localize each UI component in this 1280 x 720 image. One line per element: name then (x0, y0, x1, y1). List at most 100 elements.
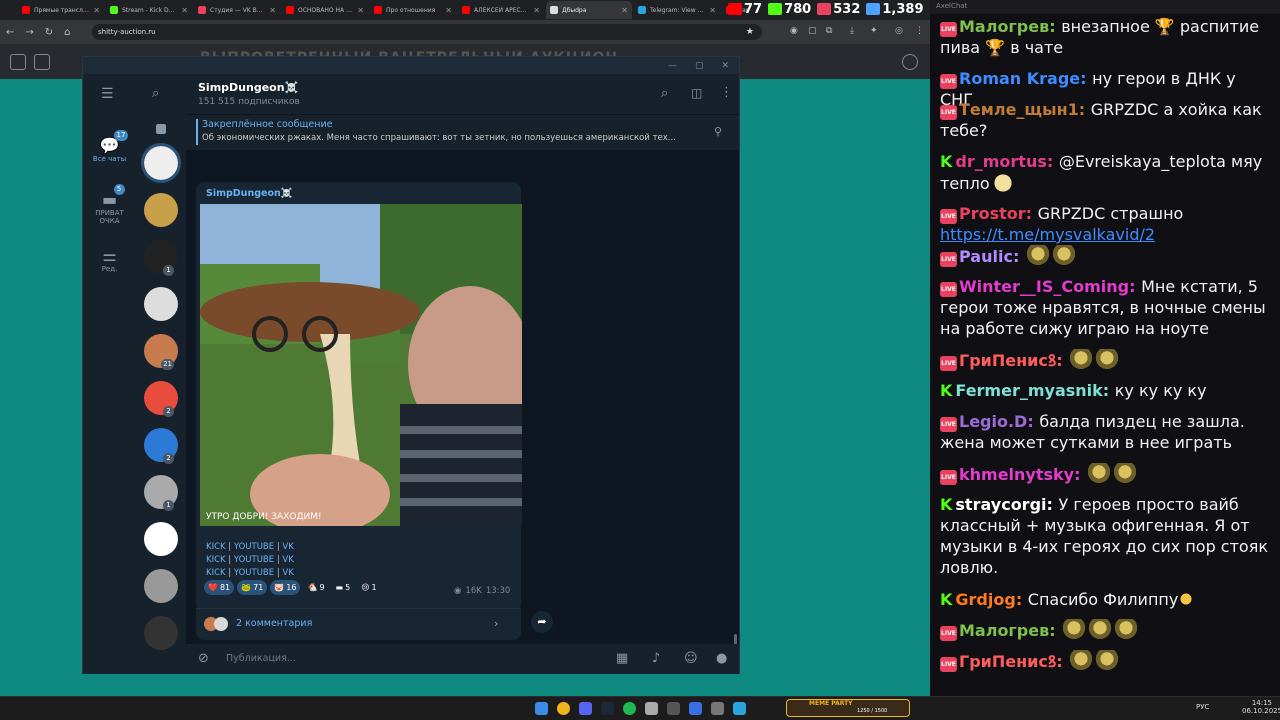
post-link[interactable]: YOUTUBE (234, 555, 274, 565)
forward-share-icon[interactable]: ➦ (531, 611, 553, 633)
chat-avatar[interactable] (144, 522, 178, 556)
extensions-puzzle-icon[interactable]: ✦ (870, 26, 878, 36)
language-indicator[interactable]: РУС (1196, 703, 1209, 711)
help-icon[interactable] (902, 54, 918, 70)
bookmark-star-icon[interactable]: ★ (746, 27, 754, 37)
browser-tab[interactable]: ОСНОВАНО НА РЕАЛЬНЫХ✕ (282, 1, 368, 19)
schedule-icon[interactable]: ▦ (616, 651, 628, 666)
chat-link[interactable]: https://t.me/mysvalkavid/2 (940, 225, 1155, 244)
chat-username[interactable]: straycorgi: (955, 495, 1058, 514)
microphone-icon[interactable]: ● (716, 651, 727, 666)
chat-avatar[interactable] (144, 616, 178, 650)
chat-username[interactable]: Grdjog: (955, 590, 1027, 609)
chat-username[interactable]: Roman Krage: (959, 69, 1092, 88)
chat-username[interactable]: Paulic: (959, 247, 1025, 266)
channel-post[interactable]: SimpDungeon☠️ УТРО ДОБРИ! ЗАХОДИМ! KICK … (196, 182, 522, 612)
address-bar[interactable]: shitty-auction.ru ★ (92, 24, 762, 40)
browser-tab[interactable]: Студия — VK Видео ✕ (194, 1, 280, 19)
post-link[interactable]: VK (282, 568, 293, 578)
message-input[interactable]: Публикация... (226, 653, 296, 664)
chat-avatar[interactable]: 2 (144, 428, 178, 464)
close-tab-icon[interactable]: ✕ (181, 6, 188, 15)
chat-username[interactable]: Legio.D: (959, 412, 1039, 431)
profile-icon[interactable]: ◎ (895, 26, 903, 36)
folder-chats[interactable]: 💬 17 Все чаты (86, 130, 133, 163)
chat-avatar[interactable] (144, 287, 178, 321)
browser-tab[interactable]: Telegram: View @y ✕ (634, 1, 720, 19)
close-tab-icon[interactable]: ✕ (269, 6, 276, 15)
browser-tab[interactable]: Прямые трансляции ✕ (18, 1, 104, 19)
browser-tab[interactable]: АЛЕКСЕЙ АРЕСТОВИЧ✕ (458, 1, 544, 19)
obs-icon[interactable] (645, 702, 658, 715)
post-link[interactable]: KICK (206, 542, 226, 552)
reaction-chip[interactable]: 😢 1 (357, 580, 380, 595)
chat-username[interactable]: Малогрев: (959, 621, 1061, 640)
chat-avatar[interactable]: 1 (144, 240, 178, 276)
more-options-icon[interactable]: ⋮ (720, 85, 733, 100)
reaction-chip[interactable]: 🐷 16 (270, 580, 301, 595)
comments-bar[interactable]: 2 комментария › (196, 608, 521, 640)
chat-avatar[interactable] (144, 569, 178, 603)
browser-tab[interactable]: Stream - Kick Dashboard ✕ (106, 1, 192, 19)
close-tab-icon[interactable]: ✕ (93, 6, 100, 15)
close-tab-icon[interactable]: ✕ (533, 6, 540, 15)
post-link[interactable]: VK (282, 542, 293, 552)
sidebar-toggle-icon[interactable] (10, 54, 26, 70)
reaction-chip[interactable]: 🐸 71 (237, 580, 268, 595)
extension-icon[interactable]: ▢ (808, 26, 817, 36)
meme-party-widget[interactable]: MEME PARTY 1250 / 1500 (786, 699, 910, 717)
download-icon[interactable]: ⤓ (850, 26, 854, 36)
chat-username[interactable]: ГриПенисꝸ: (959, 351, 1068, 370)
chat-username[interactable]: ГриПенисꝸ: (959, 652, 1068, 671)
chat-username[interactable]: Prostor: (959, 204, 1038, 223)
close-tab-icon[interactable]: ✕ (357, 6, 364, 15)
post-link[interactable]: KICK (206, 555, 226, 565)
search-icon[interactable]: ⌕ (152, 86, 159, 101)
close-tab-icon[interactable]: ✕ (621, 6, 628, 15)
folder-sliders[interactable]: ⚌ Ред. (86, 246, 133, 273)
app-icon[interactable] (711, 702, 724, 715)
telegram-icon[interactable] (733, 702, 746, 715)
app-icon[interactable] (667, 702, 680, 715)
minimize-icon[interactable]: — (668, 61, 677, 71)
extension-icon[interactable]: ◉ (790, 26, 798, 36)
close-tab-icon[interactable]: ✕ (709, 6, 716, 15)
folder-folder[interactable]: ▬ 5 ПРИВАТ ОЧКА (86, 184, 133, 225)
discord-icon[interactable] (579, 702, 592, 715)
reaction-chip[interactable]: 🐔 9 (303, 580, 328, 595)
maximize-icon[interactable]: ▢ (695, 61, 704, 71)
clock[interactable]: 14:15 06.10.2025 (1242, 699, 1280, 715)
chat-avatar[interactable] (141, 143, 181, 183)
emoji-icon[interactable]: ☺ (684, 651, 698, 666)
pinned-message-bar[interactable]: Закреплённое сообщение Об экономических … (186, 114, 739, 150)
post-link[interactable]: KICK (206, 568, 226, 578)
post-link[interactable]: YOUTUBE (234, 568, 274, 578)
chat-username[interactable]: khmelnytsky: (959, 465, 1086, 484)
chat-username[interactable]: dr_mortus: (955, 152, 1058, 171)
channel-header[interactable]: SimpDungeon☠️ 151 515 подписчиков ⌕ ◫ ⋮ (186, 74, 739, 114)
search-icon[interactable]: ⌕ (661, 86, 668, 101)
unpin-icon[interactable]: ⚲ (714, 125, 722, 138)
chat-username[interactable]: Fermer_myasnik: (955, 381, 1114, 400)
app-icon[interactable] (689, 702, 702, 715)
reaction-chip[interactable]: ▬ 5 (332, 580, 355, 595)
chat-avatar[interactable] (144, 193, 178, 227)
start-icon[interactable] (535, 702, 548, 715)
browser-menu-icon[interactable]: ⋮ (915, 26, 924, 36)
browser-tab[interactable]: Дбыdра ✕ (546, 1, 632, 19)
close-icon[interactable]: ✕ (721, 61, 729, 71)
home-icon[interactable]: ⌂ (64, 27, 70, 38)
reaction-chip[interactable]: ❤️ 81 (204, 580, 235, 595)
save-icon[interactable] (34, 54, 50, 70)
post-link[interactable]: VK (282, 555, 293, 565)
side-panel-icon[interactable]: ◫ (691, 86, 702, 100)
post-image[interactable] (200, 204, 522, 526)
archive-icon[interactable] (156, 124, 166, 134)
chat-username[interactable]: Темле_щын1: (959, 100, 1091, 119)
reload-icon[interactable]: ↻ (45, 27, 53, 38)
chat-username[interactable]: Малогрев: (959, 17, 1061, 36)
hamburger-menu-icon[interactable]: ☰ (101, 86, 114, 102)
bell-icon[interactable]: ♪ (652, 651, 660, 666)
chat-username[interactable]: Winter__IS_Coming: (959, 277, 1141, 296)
chrome-icon[interactable] (557, 702, 570, 715)
